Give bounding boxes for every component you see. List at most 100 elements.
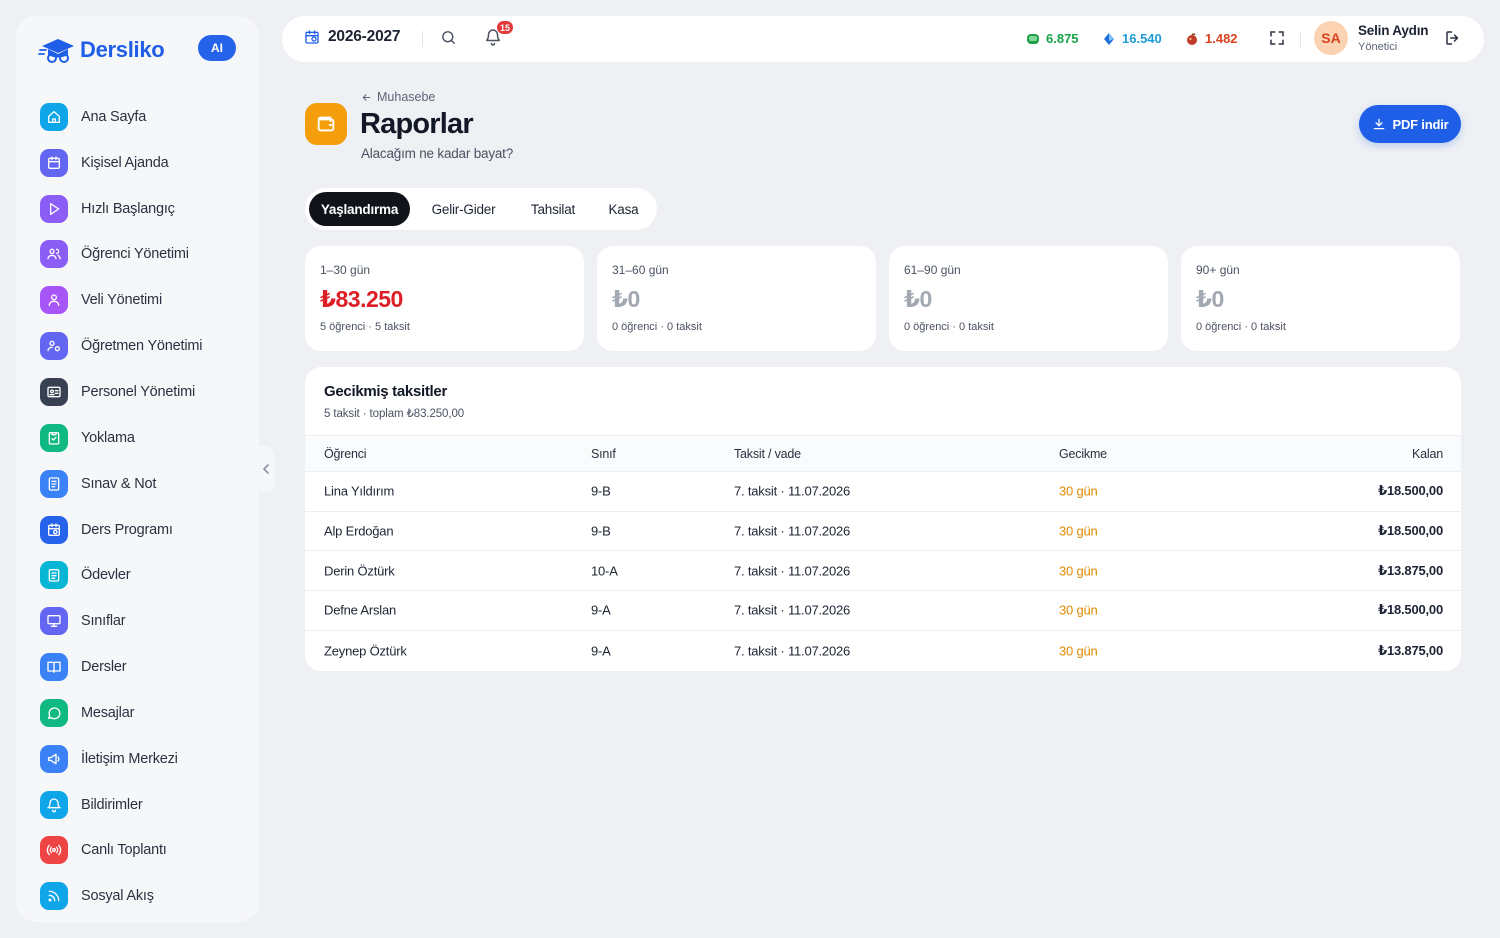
sidebar-item-ana-sayfa[interactable]: Ana Sayfa	[40, 94, 250, 140]
class-name: 9-B	[591, 523, 611, 539]
card-label: 31–60 gün	[612, 263, 669, 277]
sidebar-item-odevler[interactable]: Ödevler	[40, 552, 250, 598]
sidebar-item-label: Ders Programı	[81, 521, 173, 538]
stat-blue-value: 16.540	[1122, 31, 1162, 46]
sidebar-item-label: Öğrenci Yönetimi	[81, 246, 189, 263]
sidebar-item-label: Canlı Toplantı	[81, 842, 167, 859]
sidebar-item-label: Mesajlar	[81, 704, 135, 721]
stat-blue-gems: 16.540	[1102, 31, 1162, 46]
installment-due: 7. taksit · 11.07.2026	[734, 523, 851, 539]
pdf-download-button[interactable]: PDF indir	[1359, 105, 1461, 143]
table-body: Lina Yıldırım 9-B 7. taksit · 11.07.2026 30…	[305, 472, 1461, 670]
sidebar-item-sinav-not[interactable]: Sınav & Not	[40, 461, 250, 507]
sidebar-item-canli-toplanti[interactable]: Canlı Toplantı	[40, 828, 250, 874]
table-row[interactable]: Alp Erdoğan 9-B 7. taksit · 11.07.2026 30 g…	[305, 512, 1461, 552]
tab-collection[interactable]: Tahsilat	[516, 192, 590, 226]
sidebar-item-mesajlar[interactable]: Mesajlar	[40, 690, 250, 736]
play-icon	[40, 194, 68, 223]
sidebar-item-ogrenci-yonetimi[interactable]: Öğrenci Yönetimi	[40, 232, 250, 278]
sidebar-item-dersler[interactable]: Dersler	[40, 644, 250, 690]
table-row[interactable]: Defne Arslan 9-A 7. taksit · 11.07.2026 30 …	[305, 591, 1461, 631]
logout-button[interactable]	[1444, 29, 1462, 52]
collapse-sidebar-button[interactable]	[258, 446, 274, 492]
student-name: Alp Erdoğan	[324, 523, 394, 539]
report-tabs: Yaşlandırma Gelir-Gider Tahsilat Kasa	[305, 188, 657, 230]
sidebar-item-yoklama[interactable]: Yoklama	[40, 415, 250, 461]
sidebar-item-label: Veli Yönetimi	[81, 292, 162, 309]
classroom-icon	[40, 607, 68, 636]
sidebar-item-label: Personel Yönetimi	[81, 383, 196, 400]
sidebar-item-label: Sosyal Akış	[81, 888, 154, 905]
sidebar-item-label: Yoklama	[81, 429, 135, 446]
brand[interactable]: Dersliko	[38, 36, 165, 64]
sidebar-item-ders-programi[interactable]: Ders Programı	[40, 507, 250, 553]
overdue-table: Öğrenci Sınıf Taksit / vade Gecikme Kala…	[305, 435, 1461, 670]
graduation-cap-logo-icon	[38, 39, 74, 63]
arrow-left-icon	[362, 93, 371, 101]
tab-cash[interactable]: Kasa	[597, 192, 650, 226]
avatar[interactable]: SA	[1314, 21, 1348, 55]
search-icon	[442, 31, 455, 44]
card-meta: 0 öğrenci · 0 taksit	[612, 321, 702, 333]
breadcrumb-back-link[interactable]: Muhasebe	[361, 90, 435, 104]
class-name: 10-A	[591, 563, 618, 579]
rss-icon	[40, 882, 68, 911]
delay-days: 30 gün	[1059, 643, 1098, 659]
sidebar-item-label: Ödevler	[81, 567, 131, 584]
sidebar-item-label: Sınıflar	[81, 613, 126, 630]
ai-button[interactable]: AI	[198, 35, 236, 61]
column-header-remaining[interactable]: Kalan	[1412, 447, 1443, 461]
table-row[interactable]: Lina Yıldırım 9-B 7. taksit · 11.07.2026 30…	[305, 472, 1461, 512]
card-label: 90+ gün	[1196, 263, 1240, 277]
user-role: Yönetici	[1358, 41, 1398, 53]
sidebar-item-iletisim-merkezi[interactable]: İletişim Merkezi	[40, 736, 250, 782]
green-gem-icon	[1027, 33, 1039, 44]
panel-subtitle: 5 taksit · toplam ₺83.250,00	[324, 408, 465, 420]
column-header-installment[interactable]: Taksit / vade	[734, 447, 801, 461]
search-button[interactable]	[440, 29, 457, 51]
installment-due: 7. taksit · 11.07.2026	[734, 643, 851, 659]
notifications-button[interactable]: 15	[484, 20, 515, 52]
sidebar-item-label: Sınav & Not	[81, 475, 157, 492]
column-header-delay[interactable]: Gecikme	[1059, 447, 1107, 461]
table-row[interactable]: Zeynep Öztürk 9-A 7. taksit · 11.07.2026 30…	[305, 631, 1461, 671]
sidebar-item-bildirimler[interactable]: Bildirimler	[40, 782, 250, 828]
clipboard-check-icon	[40, 423, 68, 452]
exam-icon	[40, 469, 68, 498]
fullscreen-button[interactable]	[1268, 29, 1286, 52]
breadcrumb-label: Muhasebe	[377, 90, 436, 104]
column-header-student[interactable]: Öğrenci	[324, 447, 367, 461]
remaining-amount: ₺18.500,00	[1378, 602, 1443, 618]
sidebar-item-personel-yonetimi[interactable]: Personel Yönetimi	[40, 369, 250, 415]
tab-income-expense[interactable]: Gelir-Gider	[418, 192, 509, 226]
sidebar-item-hizli-baslangic[interactable]: Hızlı Başlangıç	[40, 186, 250, 232]
student-name: Derin Öztürk	[324, 563, 395, 579]
user-name: Selin Aydın	[1358, 23, 1429, 38]
student-name: Defne Arslan	[324, 602, 397, 618]
academic-year-selector[interactable]: 2026-2027	[304, 28, 401, 46]
download-icon	[1373, 118, 1384, 130]
aging-card-31-60: 31–60 gün ₺0 0 öğrenci · 0 taksit	[597, 246, 876, 351]
notification-count-badge: 15	[496, 20, 515, 35]
installment-due: 7. taksit · 11.07.2026	[734, 602, 851, 618]
delay-days: 30 gün	[1059, 602, 1098, 618]
sidebar-item-ogretmen-yonetimi[interactable]: Öğretmen Yönetimi	[40, 323, 250, 369]
schedule-icon	[40, 515, 68, 544]
brand-name: Dersliko	[80, 37, 165, 62]
megaphone-icon	[40, 744, 68, 773]
class-name: 9-B	[591, 483, 611, 499]
delay-days: 30 gün	[1059, 483, 1098, 499]
teacher-icon	[40, 332, 68, 361]
sidebar-item-siniflar[interactable]: Sınıflar	[40, 598, 250, 644]
table-row[interactable]: Derin Öztürk 10-A 7. taksit · 11.07.2026 30…	[305, 551, 1461, 592]
sidebar-item-veli-yonetimi[interactable]: Veli Yönetimi	[40, 277, 250, 323]
card-label: 1–30 gün	[320, 263, 371, 277]
sidebar-item-kisisel-ajanda[interactable]: Kişisel Ajanda	[40, 140, 250, 186]
card-label: 61–90 gün	[904, 263, 961, 277]
tab-aging[interactable]: Yaşlandırma	[309, 192, 410, 226]
column-header-class[interactable]: Sınıf	[591, 447, 616, 461]
sidebar-item-sosyal-akis[interactable]: Sosyal Akış	[40, 873, 250, 919]
card-meta: 5 öğrenci · 5 taksit	[320, 321, 410, 333]
remaining-amount: ₺18.500,00	[1378, 523, 1443, 539]
card-amount: ₺0	[612, 286, 640, 312]
